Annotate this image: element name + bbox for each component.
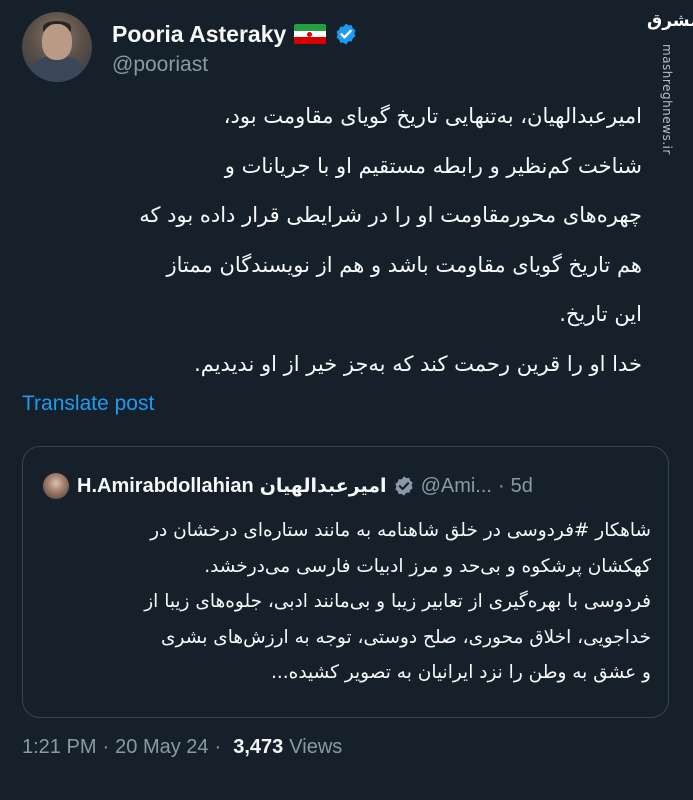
quoted-header: H.Amirabdollahian امیرعبدالهیان @Ami... … [43, 471, 533, 501]
tweet-line: این تاریخ. [559, 302, 642, 326]
quoted-avatar[interactable] [43, 473, 69, 499]
quoted-line: فردوسی با بهره‌گیری از تعابیر زیبا و بی‌… [144, 591, 651, 613]
verified-badge-icon [336, 23, 356, 45]
author-display-name[interactable]: Pooria Asteraky [112, 21, 286, 48]
quoted-line: شاهکار #فردوسی در خلق شاهنامه به مانند س… [150, 520, 651, 541]
author-handle[interactable]: @pooriast [112, 53, 358, 77]
tweet-text: امیرعبدالهیان، به‌تنهایی تاریخ گویای مقا… [22, 92, 642, 389]
quoted-tweet[interactable]: H.Amirabdollahian امیرعبدالهیان @Ami... … [22, 446, 669, 718]
meta-separator: · [102, 736, 110, 758]
verified-badge-icon [394, 476, 413, 496]
quoted-separator: · [497, 474, 505, 497]
watermark-url: mashreghnews.ir [660, 44, 674, 155]
quoted-line: خداجویی، اخلاق محوری، صلح دوستی، توجه به… [161, 626, 651, 648]
tweet-line: چهره‌های محورمقاومت او را در شرایطی قرار… [139, 203, 642, 227]
tweet-header: Pooria Asteraky @pooriast [22, 12, 358, 82]
author-names: Pooria Asteraky @pooriast [112, 17, 358, 77]
tweet-line: خدا او را قرین رحمت کند که به‌جز خیر از … [194, 351, 642, 376]
quoted-author-name-fa[interactable]: امیرعبدالهیان [260, 475, 387, 497]
tweet-date[interactable]: 20 May 24 [115, 736, 208, 759]
quoted-line: کهکشان پرشکوه و بی‌حد و مرز ادبیات فارسی… [204, 555, 651, 577]
tweet-line: شناخت کم‌نظیر و رابطه مستقیم او با جریان… [224, 153, 642, 178]
views-count: 3,473 [233, 736, 284, 758]
tweet-meta: 1:21 PM · 20 May 24 · 3,473 Views [22, 736, 342, 759]
meta-separator: · [214, 736, 222, 758]
iran-flag-icon [294, 24, 327, 44]
quoted-text: شاهکار #فردوسی در خلق شاهنامه به مانند س… [41, 513, 651, 691]
views-label: Views [289, 736, 343, 758]
tweet-time[interactable]: 1:21 PM [22, 736, 96, 759]
tweet-line: امیرعبدالهیان، به‌تنهایی تاریخ گویای مقا… [223, 104, 642, 128]
quoted-line: و عشق به وطن را نزد ایرانیان به تصویر کش… [270, 662, 651, 684]
tweet-line: هم تاریخ گویای مقاومت باشد و هم از نویسن… [166, 252, 642, 277]
quoted-timestamp[interactable]: 5d [511, 475, 533, 498]
quoted-author-handle[interactable]: @Ami... [421, 475, 492, 498]
author-avatar[interactable] [22, 12, 92, 82]
watermark-logo: مشرق [647, 11, 693, 31]
translate-post-link[interactable]: Translate post [22, 392, 154, 416]
quoted-author-name[interactable]: H.Amirabdollahian [77, 475, 254, 498]
